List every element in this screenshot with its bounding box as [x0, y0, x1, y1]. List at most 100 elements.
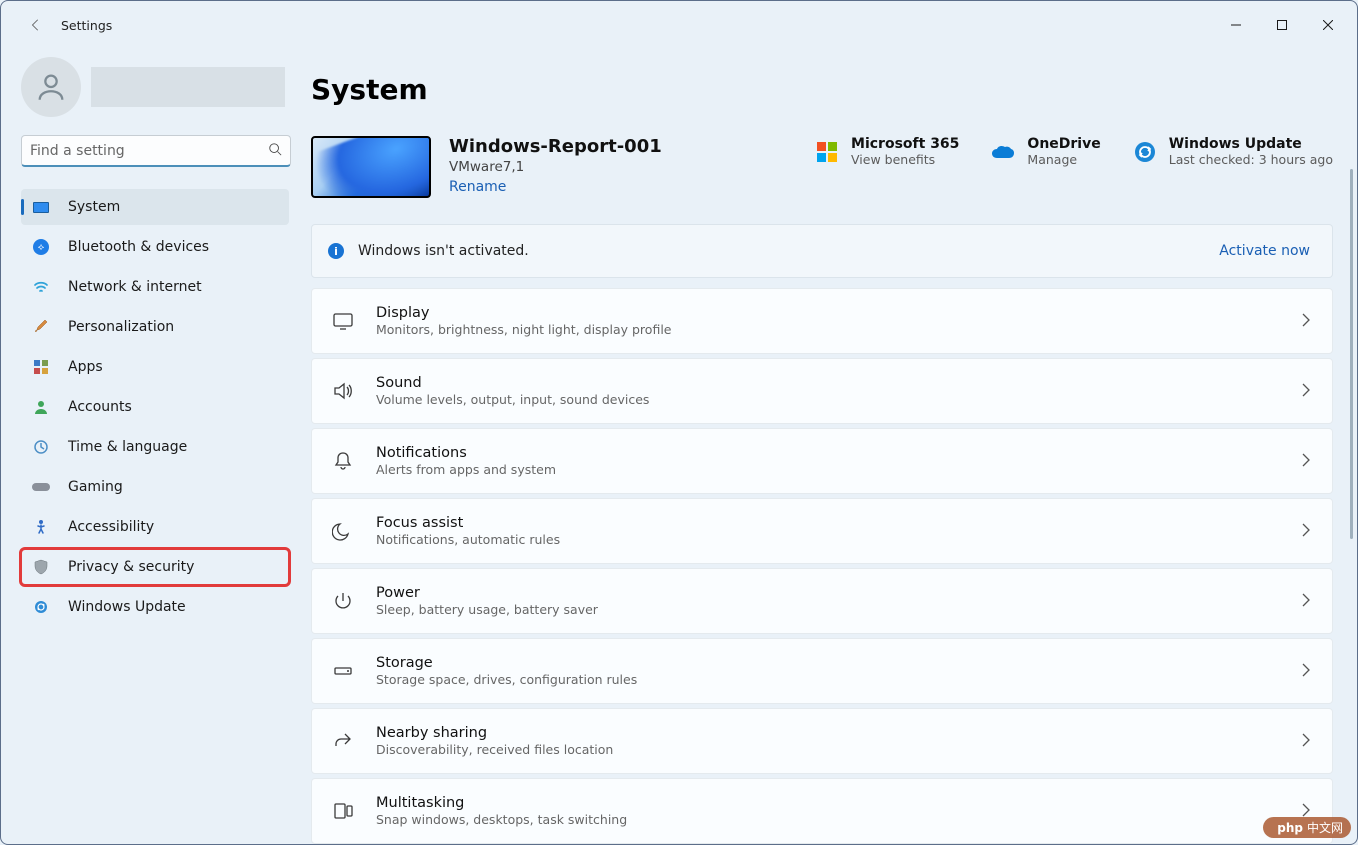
- nav-item-personalization[interactable]: Personalization: [21, 309, 289, 345]
- device-model: VMware7,1: [449, 159, 797, 175]
- row-title: Display: [376, 305, 1280, 321]
- bell-icon: [332, 450, 354, 472]
- scrollbar[interactable]: [1350, 169, 1353, 539]
- windows-update-icon: [1133, 140, 1157, 164]
- nav-item-accessibility[interactable]: Accessibility: [21, 509, 289, 545]
- row-sub: Storage space, drives, configuration rul…: [376, 672, 1280, 687]
- storage-icon: [332, 660, 354, 682]
- row-sub: Discoverability, received files location: [376, 742, 1280, 757]
- page-title: System: [311, 73, 1333, 106]
- microsoft365-icon: [815, 140, 839, 164]
- quicklink-sub: Manage: [1027, 152, 1100, 167]
- row-multitasking[interactable]: Multitasking Snap windows, desktops, tas…: [311, 778, 1333, 844]
- paintbrush-icon: [32, 318, 50, 336]
- row-nearby-sharing[interactable]: Nearby sharing Discoverability, received…: [311, 708, 1333, 774]
- activate-now-link[interactable]: Activate now: [1219, 243, 1310, 259]
- nav-item-windows-update[interactable]: Windows Update: [21, 589, 289, 625]
- nav-label: Accounts: [68, 399, 132, 415]
- back-button[interactable]: [21, 10, 51, 40]
- bluetooth-icon: ⟡: [32, 238, 50, 256]
- row-focus-assist[interactable]: Focus assist Notifications, automatic ru…: [311, 498, 1333, 564]
- nav-item-time-language[interactable]: Time & language: [21, 429, 289, 465]
- nav-item-privacy-security[interactable]: Privacy & security: [21, 549, 289, 585]
- quick-links: Microsoft 365 View benefits OneDrive Man…: [815, 136, 1333, 167]
- row-title: Multitasking: [376, 795, 1280, 811]
- maximize-icon: [1277, 20, 1287, 30]
- arrow-left-icon: [29, 18, 43, 32]
- chevron-right-icon: [1302, 592, 1310, 611]
- info-icon: i: [328, 243, 344, 259]
- row-sub: Snap windows, desktops, task switching: [376, 812, 1280, 827]
- settings-list: Display Monitors, brightness, night ligh…: [311, 288, 1333, 844]
- row-sound[interactable]: Sound Volume levels, output, input, soun…: [311, 358, 1333, 424]
- nav-label: Privacy & security: [68, 559, 194, 575]
- person-icon: [34, 70, 68, 104]
- quicklink-title: Microsoft 365: [851, 136, 959, 152]
- nav-item-bluetooth[interactable]: ⟡ Bluetooth & devices: [21, 229, 289, 265]
- nav-label: Bluetooth & devices: [68, 239, 209, 255]
- row-title: Nearby sharing: [376, 725, 1280, 741]
- search-box[interactable]: [21, 135, 291, 167]
- nav-label: Windows Update: [68, 599, 186, 615]
- search-icon: [268, 141, 282, 160]
- device-header: Windows-Report-001 VMware7,1 Rename Micr…: [311, 136, 1333, 198]
- row-power[interactable]: Power Sleep, battery usage, battery save…: [311, 568, 1333, 634]
- row-sub: Notifications, automatic rules: [376, 532, 1280, 547]
- shield-icon: [32, 558, 50, 576]
- rename-link[interactable]: Rename: [449, 179, 506, 195]
- activation-alert: i Windows isn't activated. Activate now: [311, 224, 1333, 278]
- user-name-placeholder: [91, 67, 285, 107]
- sound-icon: [332, 380, 354, 402]
- nav-label: Gaming: [68, 479, 123, 495]
- onedrive-icon: [991, 140, 1015, 164]
- maximize-button[interactable]: [1259, 9, 1305, 41]
- alert-text: Windows isn't activated.: [358, 243, 1219, 259]
- share-icon: [332, 730, 354, 752]
- apps-icon: [32, 358, 50, 376]
- row-display[interactable]: Display Monitors, brightness, night ligh…: [311, 288, 1333, 354]
- nav-item-apps[interactable]: Apps: [21, 349, 289, 385]
- nav-label: Network & internet: [68, 279, 202, 295]
- sidebar: System ⟡ Bluetooth & devices Network & i…: [1, 49, 301, 844]
- row-storage[interactable]: Storage Storage space, drives, configura…: [311, 638, 1333, 704]
- search-input[interactable]: [30, 143, 268, 159]
- power-icon: [332, 590, 354, 612]
- user-account-block[interactable]: [21, 57, 301, 117]
- device-wallpaper-thumb[interactable]: [311, 136, 431, 198]
- row-sub: Volume levels, output, input, sound devi…: [376, 392, 1280, 407]
- row-notifications[interactable]: Notifications Alerts from apps and syste…: [311, 428, 1333, 494]
- quicklink-microsoft365[interactable]: Microsoft 365 View benefits: [815, 136, 959, 167]
- moon-icon: [332, 520, 354, 542]
- minimize-icon: [1231, 20, 1241, 30]
- clock-globe-icon: [32, 438, 50, 456]
- content-area: System Windows-Report-001 VMware7,1 Rena…: [301, 49, 1357, 844]
- window-controls: [1213, 9, 1351, 41]
- quicklink-windows-update[interactable]: Windows Update Last checked: 3 hours ago: [1133, 136, 1333, 167]
- close-button[interactable]: [1305, 9, 1351, 41]
- nav-item-system[interactable]: System: [21, 189, 289, 225]
- row-sub: Sleep, battery usage, battery saver: [376, 602, 1280, 617]
- update-icon: [32, 598, 50, 616]
- chevron-right-icon: [1302, 522, 1310, 541]
- quicklink-title: Windows Update: [1169, 136, 1333, 152]
- nav-item-network[interactable]: Network & internet: [21, 269, 289, 305]
- nav-item-gaming[interactable]: Gaming: [21, 469, 289, 505]
- quicklink-sub: View benefits: [851, 152, 959, 167]
- row-title: Power: [376, 585, 1280, 601]
- chevron-right-icon: [1302, 382, 1310, 401]
- watermark-text: 中文网: [1307, 819, 1343, 836]
- system-icon: [32, 198, 50, 216]
- chevron-right-icon: [1302, 452, 1310, 471]
- wifi-icon: [32, 278, 50, 296]
- row-title: Notifications: [376, 445, 1280, 461]
- app-title: Settings: [61, 18, 112, 33]
- nav-label: Accessibility: [68, 519, 154, 535]
- minimize-button[interactable]: [1213, 9, 1259, 41]
- title-bar: Settings: [1, 1, 1357, 49]
- quicklink-onedrive[interactable]: OneDrive Manage: [991, 136, 1100, 167]
- quicklink-title: OneDrive: [1027, 136, 1100, 152]
- chevron-right-icon: [1302, 312, 1310, 331]
- display-icon: [332, 310, 354, 332]
- nav-item-accounts[interactable]: Accounts: [21, 389, 289, 425]
- row-title: Storage: [376, 655, 1280, 671]
